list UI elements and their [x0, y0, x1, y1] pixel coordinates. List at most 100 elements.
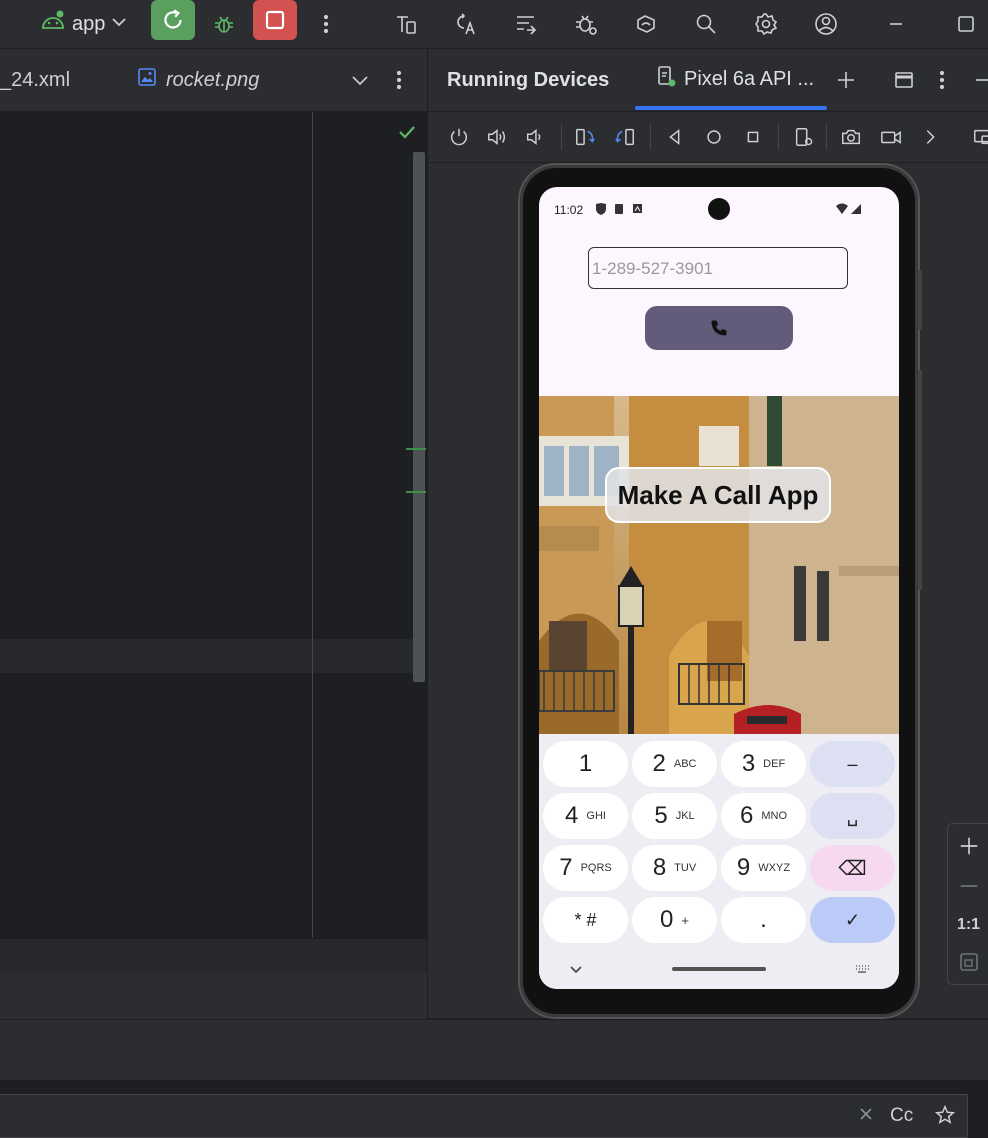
home-button[interactable] [702, 125, 726, 149]
key-period[interactable]: . [721, 897, 806, 943]
phone-power-key[interactable] [918, 270, 922, 330]
phone-screen[interactable]: 11:02 1-289-527-3901 Make A Call App 1 2… [539, 187, 899, 989]
rotate-left-button[interactable] [573, 125, 597, 149]
chevron-down-icon [111, 13, 127, 36]
key-done[interactable]: ✓ [810, 897, 895, 943]
volume-down-icon [526, 129, 541, 145]
layout-inspector-icon [517, 16, 537, 35]
star-icon[interactable] [934, 1104, 956, 1131]
overview-button[interactable] [741, 125, 765, 149]
minimize-window-button[interactable] [880, 8, 912, 40]
key-backspace[interactable]: ⌫ [810, 845, 895, 891]
search-icon [696, 14, 716, 34]
rotate-left-icon [576, 128, 595, 146]
volume-down-button[interactable] [523, 125, 547, 149]
key-3[interactable]: 3 DEF [721, 741, 806, 787]
device-tab-pixel-6a[interactable]: Pixel 6a API ... [656, 49, 814, 109]
status-time: 11:02 [554, 203, 584, 217]
screen-record-button[interactable] [879, 125, 903, 149]
window-layout-button[interactable] [888, 64, 920, 96]
chevron-down-icon [352, 76, 368, 86]
add-device-button[interactable] [830, 64, 862, 96]
editor-tab-rocket-png[interactable]: rocket.png [137, 49, 259, 111]
status-bar: 11:02 [539, 187, 899, 231]
editor-more-button[interactable] [383, 64, 415, 96]
device-manager-button[interactable] [390, 8, 422, 40]
rotate-right-button[interactable] [613, 125, 637, 149]
editor-scrollbar[interactable] [413, 152, 425, 682]
video-camera-icon [881, 131, 901, 144]
volume-up-button[interactable] [485, 125, 509, 149]
call-button[interactable] [645, 306, 793, 350]
debug-button[interactable] [208, 8, 240, 40]
active-tab-indicator [635, 106, 827, 110]
background-street-photo: Make A Call App [539, 396, 899, 734]
keyboard-switch-icon[interactable] [854, 961, 870, 979]
key-6[interactable]: 6 MNO [721, 793, 806, 839]
find-input[interactable]: Cc [0, 1094, 968, 1138]
account-button[interactable] [810, 8, 842, 40]
zoom-in-button[interactable] [948, 828, 988, 864]
mirror-display-button[interactable] [971, 125, 988, 149]
maximize-window-button[interactable] [950, 8, 982, 40]
key-5[interactable]: 5 JKL [632, 793, 717, 839]
key-star-hash[interactable]: * # [543, 897, 628, 943]
key-7[interactable]: 7 PQRS [543, 845, 628, 891]
phone-volume-keys[interactable] [918, 370, 922, 590]
key-2[interactable]: 2 ABC [632, 741, 717, 787]
key-8[interactable]: 8 TUV [632, 845, 717, 891]
screenshot-button[interactable] [839, 125, 863, 149]
clear-search-icon[interactable] [857, 1105, 875, 1128]
key-9[interactable]: 9 WXYZ [721, 845, 806, 891]
bug-settings-button[interactable] [570, 8, 602, 40]
editor-tab-xml[interactable]: _24.xml [0, 49, 70, 111]
code-editor[interactable] [0, 112, 427, 938]
camera-icon [842, 129, 860, 145]
more-controls-button[interactable] [918, 125, 942, 149]
run-config-selector[interactable]: app [40, 8, 127, 40]
stop-button[interactable] [253, 0, 297, 40]
hide-panel-button[interactable] [966, 64, 988, 96]
zoom-actual-size-button[interactable]: 1:1 [948, 907, 988, 943]
power-button[interactable] [447, 125, 471, 149]
find-bar: Cc [0, 1080, 988, 1138]
more-options-button[interactable] [310, 8, 342, 40]
front-camera-icon [708, 198, 730, 220]
device-settings-icon [795, 128, 813, 146]
back-button[interactable] [663, 125, 687, 149]
gesture-nav-handle[interactable] [672, 967, 766, 971]
key-1[interactable]: 1 [543, 741, 628, 787]
translate-button[interactable] [450, 8, 482, 40]
key-label: 8 [652, 854, 667, 881]
settings-button[interactable] [750, 8, 782, 40]
key-4[interactable]: 4 GHI [543, 793, 628, 839]
rerun-button[interactable] [151, 0, 195, 40]
key-label: 1 [578, 750, 593, 777]
layout-inspector-button[interactable] [510, 8, 542, 40]
volume-up-icon [488, 129, 506, 145]
fit-screen-icon [959, 953, 978, 971]
phone-number-input[interactable]: 1-289-527-3901 [588, 247, 848, 289]
settings-icon [755, 13, 778, 36]
toolbar-separator [778, 124, 779, 150]
zoom-fit-button[interactable] [948, 944, 988, 980]
key-dash[interactable]: – [810, 741, 895, 787]
key-0[interactable]: 0 + [632, 897, 717, 943]
change-marker [406, 448, 426, 450]
device-settings-button[interactable] [792, 125, 816, 149]
more-icon [396, 70, 402, 90]
image-file-icon [137, 67, 157, 93]
editor-tab-label: _24.xml [0, 68, 71, 91]
tabs-dropdown-button[interactable] [344, 64, 376, 96]
key-label: – [847, 753, 858, 774]
sync-button[interactable] [630, 8, 662, 40]
key-space[interactable]: ␣ [810, 793, 895, 839]
key-label: 0 [660, 906, 674, 933]
hide-keyboard-chevron-icon[interactable] [569, 961, 583, 979]
panel-more-button[interactable] [926, 64, 958, 96]
no-problems-check-icon [397, 122, 417, 147]
zoom-out-button[interactable] [948, 868, 988, 904]
search-button[interactable] [690, 8, 722, 40]
home-circle-icon [707, 130, 721, 144]
match-case-toggle[interactable]: Cc [890, 1105, 913, 1127]
